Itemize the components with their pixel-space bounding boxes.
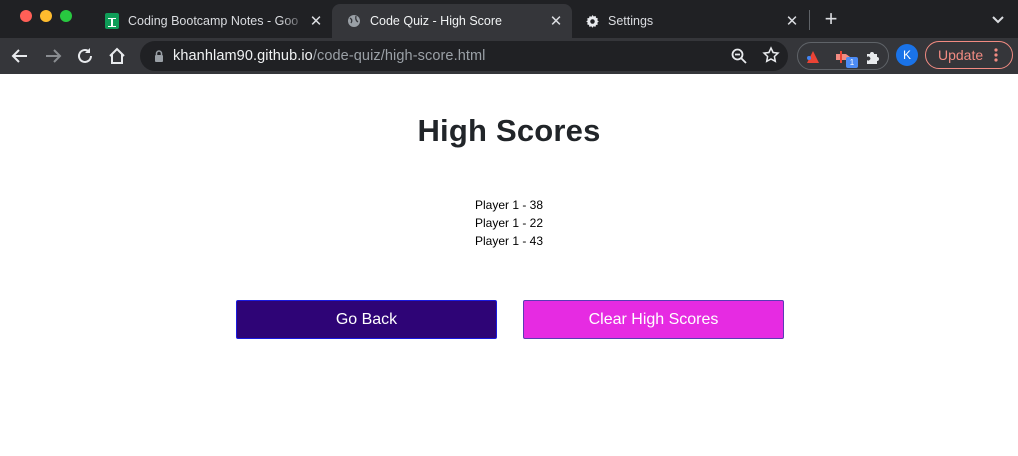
go-back-button[interactable]: Go Back bbox=[236, 300, 497, 339]
page-title: High Scores bbox=[417, 113, 601, 148]
forward-arrow-icon[interactable] bbox=[41, 44, 65, 68]
update-button[interactable]: Update bbox=[925, 41, 1013, 69]
address-bar[interactable]: khanhlam90.github.io/code-quiz/high-scor… bbox=[140, 41, 788, 71]
tab-title: Settings bbox=[608, 14, 654, 28]
tab-close-icon[interactable]: ✕ bbox=[308, 13, 324, 30]
home-icon[interactable] bbox=[105, 44, 129, 68]
extension-icon[interactable] bbox=[804, 48, 822, 66]
tab-strip: Coding Bootcamp Notes - Goo ✕ Code Quiz … bbox=[0, 0, 1018, 38]
globe-icon bbox=[346, 13, 362, 29]
back-arrow-icon[interactable] bbox=[8, 44, 32, 68]
url-text: khanhlam90.github.io/code-quiz/high-scor… bbox=[173, 48, 486, 64]
window-minimize-button[interactable] bbox=[40, 10, 52, 22]
score-item: Player 1 - 38 bbox=[474, 198, 544, 212]
zoom-out-icon[interactable] bbox=[730, 47, 748, 65]
bookmark-star-icon[interactable] bbox=[762, 46, 780, 64]
window-close-button[interactable] bbox=[20, 10, 32, 22]
lock-icon[interactable] bbox=[152, 49, 166, 63]
tab-close-icon[interactable]: ✕ bbox=[784, 13, 800, 30]
score-item: Player 1 - 22 bbox=[474, 216, 544, 230]
tab-settings[interactable]: Settings ✕ bbox=[570, 4, 808, 38]
tab-close-icon[interactable]: ✕ bbox=[548, 13, 564, 30]
high-score-list: Player 1 - 38 Player 1 - 22 Player 1 - 4… bbox=[0, 196, 1018, 250]
google-sheets-icon bbox=[104, 13, 120, 29]
window-zoom-button[interactable] bbox=[60, 10, 72, 22]
extensions-group bbox=[797, 42, 889, 70]
profile-avatar[interactable]: K bbox=[896, 44, 918, 66]
tab-code-quiz-high-score[interactable]: Code Quiz - High Score ✕ bbox=[332, 4, 572, 38]
extension-badge: 1 bbox=[846, 57, 858, 68]
url-host: khanhlam90.github.io bbox=[173, 48, 313, 64]
clear-high-scores-button[interactable]: Clear High Scores bbox=[523, 300, 784, 339]
tab-coding-bootcamp-notes[interactable]: Coding Bootcamp Notes - Goo ✕ bbox=[90, 4, 332, 38]
more-menu-icon[interactable] bbox=[994, 48, 998, 62]
browser-toolbar: khanhlam90.github.io/code-quiz/high-scor… bbox=[0, 38, 1018, 74]
tab-search-chevron-icon[interactable] bbox=[988, 9, 1008, 29]
new-tab-button[interactable]: + bbox=[820, 8, 842, 30]
tab-title: Coding Bootcamp Notes - Goo bbox=[128, 14, 299, 28]
gear-icon bbox=[584, 13, 600, 29]
puzzle-extensions-icon[interactable] bbox=[864, 48, 882, 66]
url-path: /code-quiz/high-score.html bbox=[312, 48, 486, 64]
reload-icon[interactable] bbox=[73, 44, 97, 68]
score-item: Player 1 - 43 bbox=[474, 234, 544, 248]
tab-separator bbox=[809, 10, 810, 30]
tab-title: Code Quiz - High Score bbox=[370, 14, 503, 28]
